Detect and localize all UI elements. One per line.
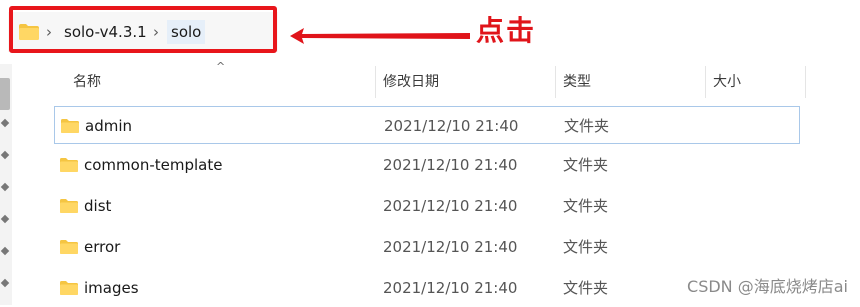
column-header-name[interactable]: 名称 — [73, 64, 101, 100]
pin-icon — [0, 214, 10, 224]
file-modified: 2021/12/10 21:40 — [383, 238, 518, 256]
pin-icon — [0, 182, 10, 192]
list-item[interactable]: dist 2021/12/10 21:40 文件夹 — [54, 187, 800, 225]
file-type: 文件夹 — [563, 156, 609, 174]
annotation-text: 点击 — [476, 14, 537, 47]
pin-icon — [0, 278, 10, 288]
column-header-size[interactable]: 大小 — [713, 64, 741, 100]
list-item[interactable]: error 2021/12/10 21:40 文件夹 — [54, 228, 800, 266]
file-type: 文件夹 — [563, 197, 609, 215]
sort-ascending-icon: ^ — [216, 60, 226, 73]
folder-icon — [60, 199, 78, 213]
file-modified: 2021/12/10 21:40 — [384, 117, 519, 135]
file-name: common-template — [84, 156, 223, 174]
watermark: CSDN @海底烧烤店ai — [687, 277, 848, 296]
pin-icon — [0, 118, 10, 128]
file-modified: 2021/12/10 21:40 — [383, 279, 518, 297]
list-item[interactable]: common-template 2021/12/10 21:40 文件夹 — [54, 146, 800, 184]
highlight-box — [9, 6, 277, 53]
list-item[interactable]: admin 2021/12/10 21:40 文件夹 — [54, 106, 800, 144]
column-divider[interactable] — [375, 66, 376, 98]
folder-icon — [60, 240, 78, 254]
annotation-arrow — [290, 28, 470, 44]
file-type: 文件夹 — [563, 279, 609, 297]
file-modified: 2021/12/10 21:40 — [383, 197, 518, 215]
file-name: images — [84, 279, 139, 297]
folder-icon — [61, 119, 79, 133]
column-divider[interactable] — [805, 66, 806, 98]
pin-icon — [0, 246, 10, 256]
file-name: admin — [85, 117, 132, 135]
column-header-row: ^ 名称 修改日期 类型 大小 — [30, 60, 860, 100]
column-header-modified[interactable]: 修改日期 — [383, 64, 439, 100]
column-divider[interactable] — [555, 66, 556, 98]
file-type: 文件夹 — [564, 117, 610, 135]
pin-icon — [0, 150, 10, 160]
file-type: 文件夹 — [563, 238, 609, 256]
column-divider[interactable] — [705, 66, 706, 98]
file-name: error — [84, 238, 121, 256]
file-name: dist — [84, 197, 112, 215]
folder-icon — [60, 281, 78, 295]
column-header-type[interactable]: 类型 — [563, 64, 591, 100]
address-bar: › solo-v4.3.1 › solo 点击 — [0, 0, 860, 64]
navigation-pane-edge[interactable] — [0, 64, 12, 305]
file-modified: 2021/12/10 21:40 — [383, 156, 518, 174]
folder-icon — [60, 158, 78, 172]
scrollbar-thumb[interactable] — [0, 78, 10, 110]
